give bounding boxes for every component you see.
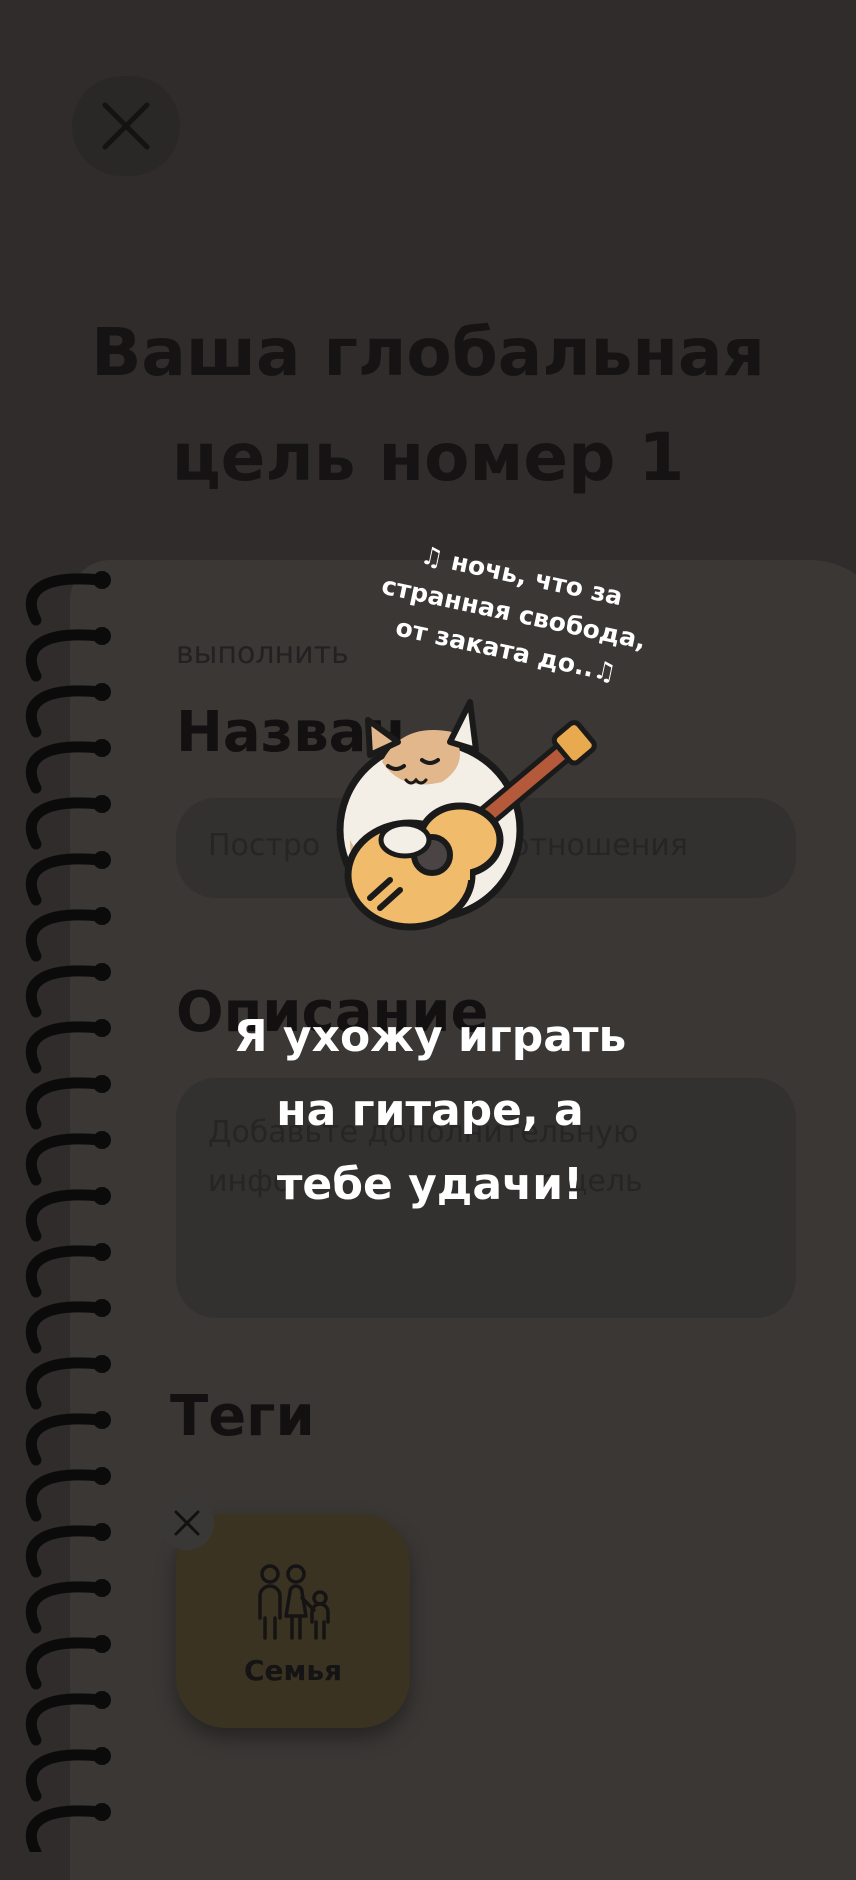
spiral-hole [93,1187,111,1205]
spiral-ring [25,1413,106,1466]
spiral-hole [93,1243,111,1261]
page-title-line-1: Ваша глобальная [91,314,765,391]
spiral-ring [25,1077,106,1130]
spiral-ring [25,1021,106,1074]
tags-label: Теги [170,1384,315,1449]
spiral-ring [25,1301,106,1354]
spiral-ring [25,1133,106,1186]
close-button[interactable] [72,76,180,176]
spiral-ring [25,965,106,1018]
remove-tag-button[interactable] [160,1496,214,1550]
spiral-ring [25,1245,106,1298]
close-icon [102,102,150,150]
spiral-hole [93,907,111,925]
spiral-hole [93,1523,111,1541]
spiral-hole [93,1019,111,1037]
spiral-ring [25,1189,106,1242]
message-line-3: тебе удачи! [276,1159,584,1210]
message-line-1: Я ухожу играть [233,1011,627,1062]
spiral-hole [93,795,111,813]
spiral-hole [93,1467,111,1485]
spiral-hole [93,1131,111,1149]
page-title-line-2: цель номер 1 [171,419,685,496]
subtitle: выполнить [176,636,349,671]
spiral-ring [25,853,106,906]
spiral-ring [25,685,106,738]
spiral-hole [93,1691,111,1709]
tag-family[interactable]: Семья [176,1514,410,1728]
spiral-ring [25,1749,106,1802]
spiral-hole [93,963,111,981]
message-line-2: на гитаре, а [276,1085,584,1136]
spiral-ring [25,1637,106,1690]
spiral-hole [93,739,111,757]
spiral-ring [25,629,106,682]
family-icon [258,1564,330,1640]
spiral-hole [93,683,111,701]
spiral-hole [93,1411,111,1429]
spiral-hole [93,1299,111,1317]
spiral-ring [25,1805,106,1852]
spiral-hole [93,1635,111,1653]
spiral-hole [93,1579,111,1597]
spiral-hole [93,1075,111,1093]
spiral-ring [25,573,106,626]
spiral-hole [93,571,111,589]
close-icon [174,1510,200,1536]
spiral-hole [93,627,111,645]
spiral-hole [93,1803,111,1821]
spiral-ring [25,741,106,794]
cat-with-guitar-illustration [336,699,597,931]
spiral-ring [25,1357,106,1410]
spiral-binding [25,571,111,1852]
spiral-ring [25,1581,106,1634]
spiral-hole [93,1355,111,1373]
spiral-ring [25,1469,106,1522]
tag-family-label: Семья [243,1654,343,1687]
overlay-message: Я ухожу играть на гитаре, а тебе удачи! [180,1000,680,1222]
spiral-ring [25,797,106,850]
page-title: Ваша глобальная цель номер 1 [0,300,856,510]
spiral-ring [25,1693,106,1746]
spiral-hole [93,851,111,869]
spiral-ring [25,909,106,962]
spiral-hole [93,1747,111,1765]
spiral-ring [25,1525,106,1578]
